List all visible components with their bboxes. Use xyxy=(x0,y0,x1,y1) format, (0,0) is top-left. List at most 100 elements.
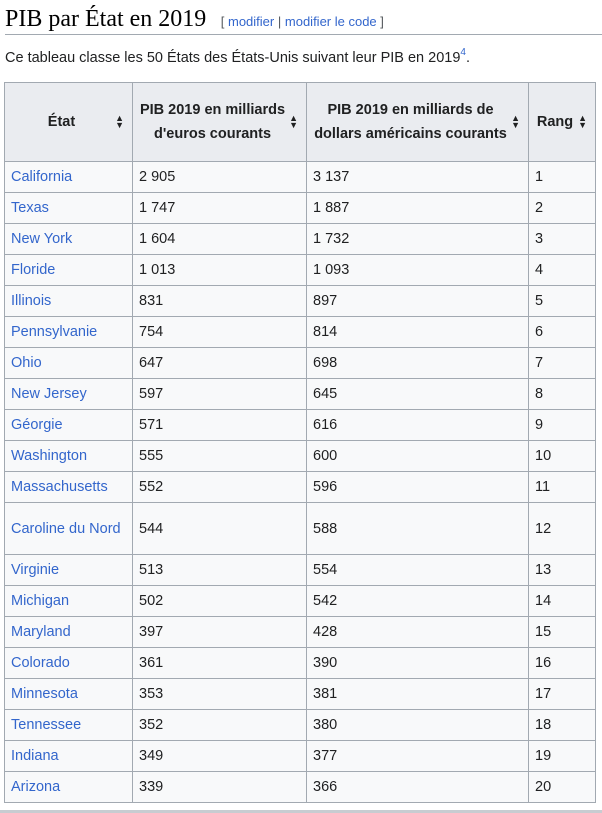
gdp-eur-cell: 754 xyxy=(132,316,307,348)
gdp-eur-cell: 831 xyxy=(132,285,307,317)
state-cell: Ohio xyxy=(4,347,133,379)
rank-cell: 14 xyxy=(528,585,596,617)
table-row: Colorado 361 390 16 xyxy=(4,647,596,679)
state-link[interactable]: Minnesota xyxy=(11,686,78,702)
state-cell: California xyxy=(4,161,133,193)
table-row: Washington 555 600 10 xyxy=(4,440,596,472)
state-cell: Caroline du Nord xyxy=(4,502,133,555)
gdp-eur-cell: 397 xyxy=(132,616,307,648)
state-cell: Arizona xyxy=(4,771,133,803)
column-header-label: État xyxy=(47,114,76,130)
gdp-usd-cell: 428 xyxy=(306,616,529,648)
rank-cell: 5 xyxy=(528,285,596,317)
table-row: Ohio 647 698 7 xyxy=(4,347,596,379)
state-link[interactable]: Washington xyxy=(11,448,87,464)
table-row: Tennessee 352 380 18 xyxy=(4,709,596,741)
section-heading: PIB par État en 2019 [ modifier | modifi… xyxy=(5,4,602,35)
table-row: New Jersey 597 645 8 xyxy=(4,378,596,410)
rank-cell: 19 xyxy=(528,740,596,772)
table-row: Virginie 513 554 13 xyxy=(4,554,596,586)
table-row: Michigan 502 542 14 xyxy=(4,585,596,617)
gdp-usd-cell: 1 887 xyxy=(306,192,529,224)
gdp-eur-cell: 1 604 xyxy=(132,223,307,255)
column-header-rank[interactable]: Rang ▲ ▼ xyxy=(528,82,596,162)
rank-cell: 10 xyxy=(528,440,596,472)
column-header-state[interactable]: État ▲ ▼ xyxy=(4,82,133,162)
rank-cell: 11 xyxy=(528,471,596,503)
gdp-usd-cell: 381 xyxy=(306,678,529,710)
state-cell: Floride xyxy=(4,254,133,286)
edit-source-link[interactable]: modifier le code xyxy=(285,14,377,29)
state-cell: New York xyxy=(4,223,133,255)
gdp-usd-cell: 616 xyxy=(306,409,529,441)
state-link[interactable]: New York xyxy=(11,231,72,247)
state-link[interactable]: Caroline du Nord xyxy=(11,521,121,537)
state-cell: Texas xyxy=(4,192,133,224)
state-cell: New Jersey xyxy=(4,378,133,410)
state-link[interactable]: Floride xyxy=(11,262,55,278)
table-body: California 2 905 3 137 1 Texas 1 747 1 887 2 New… xyxy=(4,161,596,803)
gdp-usd-cell: 377 xyxy=(306,740,529,772)
intro-paragraph: Ce tableau classe les 50 États des États… xyxy=(5,43,470,68)
gdp-eur-cell: 513 xyxy=(132,554,307,586)
table-row: Minnesota 353 381 17 xyxy=(4,678,596,710)
state-cell: Illinois xyxy=(4,285,133,317)
sort-arrows-icon: ▲ ▼ xyxy=(115,113,124,130)
table-row: New York 1 604 1 732 3 xyxy=(4,223,596,255)
column-header-gdp-eur[interactable]: PIB 2019 en milliards d'euros courants ▲… xyxy=(132,82,307,162)
state-link[interactable]: Michigan xyxy=(11,593,69,609)
state-link[interactable]: Indiana xyxy=(11,748,59,764)
rank-cell: 20 xyxy=(528,771,596,803)
gdp-eur-cell: 502 xyxy=(132,585,307,617)
gdp-usd-cell: 3 137 xyxy=(306,161,529,193)
table-row: Floride 1 013 1 093 4 xyxy=(4,254,596,286)
edit-link[interactable]: modifier xyxy=(228,14,274,29)
gdp-eur-cell: 1 747 xyxy=(132,192,307,224)
state-link[interactable]: Massachusetts xyxy=(11,479,108,495)
table-row: Géorgie 571 616 9 xyxy=(4,409,596,441)
state-link[interactable]: Illinois xyxy=(11,293,51,309)
state-cell: Minnesota xyxy=(4,678,133,710)
rank-cell: 16 xyxy=(528,647,596,679)
gdp-eur-cell: 352 xyxy=(132,709,307,741)
column-header-gdp-usd[interactable]: PIB 2019 en milliards de dollars américa… xyxy=(306,82,529,162)
gdp-eur-cell: 647 xyxy=(132,347,307,379)
gdp-usd-cell: 1 732 xyxy=(306,223,529,255)
state-link[interactable]: Texas xyxy=(11,200,49,216)
state-link[interactable]: Maryland xyxy=(11,624,71,640)
state-link[interactable]: Géorgie xyxy=(11,417,63,433)
rank-cell: 4 xyxy=(528,254,596,286)
rank-cell: 12 xyxy=(528,502,596,555)
table-row: Illinois 831 897 5 xyxy=(4,285,596,317)
state-link[interactable]: Colorado xyxy=(11,655,70,671)
gdp-usd-cell: 698 xyxy=(306,347,529,379)
table-row: California 2 905 3 137 1 xyxy=(4,161,596,193)
table-row: Pennsylvanie 754 814 6 xyxy=(4,316,596,348)
gdp-usd-cell: 554 xyxy=(306,554,529,586)
state-link[interactable]: New Jersey xyxy=(11,386,87,402)
table-row: Massachusetts 552 596 11 xyxy=(4,471,596,503)
state-link[interactable]: Virginie xyxy=(11,562,59,578)
gdp-usd-cell: 814 xyxy=(306,316,529,348)
gdp-eur-cell: 339 xyxy=(132,771,307,803)
state-cell: Tennessee xyxy=(4,709,133,741)
state-link[interactable]: California xyxy=(11,169,72,185)
table-row: Texas 1 747 1 887 2 xyxy=(4,192,596,224)
gdp-usd-cell: 366 xyxy=(306,771,529,803)
table-row: Maryland 397 428 15 xyxy=(4,616,596,648)
state-link[interactable]: Tennessee xyxy=(11,717,81,733)
table-header-row: État ▲ ▼ PIB 2019 en milliards d'euros co… xyxy=(4,82,596,162)
gdp-usd-cell: 1 093 xyxy=(306,254,529,286)
section-title: PIB par État en 2019 xyxy=(5,6,207,32)
table-row: Arizona 339 366 20 xyxy=(4,771,596,803)
state-link[interactable]: Ohio xyxy=(11,355,42,371)
state-link[interactable]: Arizona xyxy=(11,779,60,795)
gdp-usd-cell: 645 xyxy=(306,378,529,410)
rank-cell: 8 xyxy=(528,378,596,410)
state-link[interactable]: Pennsylvanie xyxy=(11,324,97,340)
rank-cell: 2 xyxy=(528,192,596,224)
gdp-usd-cell: 380 xyxy=(306,709,529,741)
state-cell: Pennsylvanie xyxy=(4,316,133,348)
rank-cell: 15 xyxy=(528,616,596,648)
gdp-eur-cell: 361 xyxy=(132,647,307,679)
